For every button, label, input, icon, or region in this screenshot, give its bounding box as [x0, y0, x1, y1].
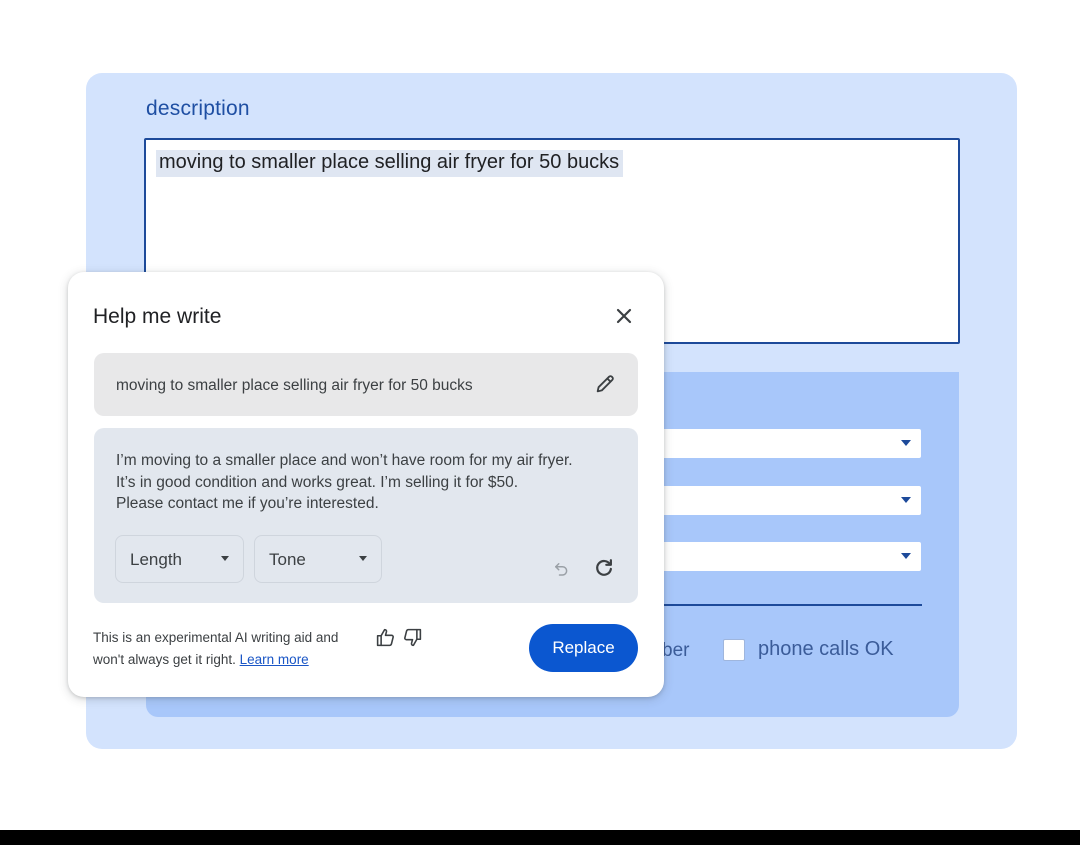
- replace-button[interactable]: Replace: [529, 624, 638, 672]
- learn-more-link[interactable]: Learn more: [240, 652, 309, 667]
- phone-calls-checkbox[interactable]: [723, 639, 745, 661]
- thumbs-down-button[interactable]: [400, 625, 424, 649]
- close-button[interactable]: [610, 302, 638, 330]
- thumbs-down-icon: [403, 628, 421, 646]
- disclaimer-line-2-text: won't always get it right.: [93, 652, 236, 667]
- length-dropdown[interactable]: Length: [115, 535, 244, 583]
- edit-prompt-button[interactable]: [592, 371, 618, 397]
- caret-down-icon: [221, 556, 229, 561]
- thumbs-up-button[interactable]: [373, 625, 397, 649]
- tone-label: Tone: [269, 550, 306, 569]
- refresh-icon: [596, 559, 612, 576]
- regenerate-button[interactable]: [590, 554, 618, 582]
- thumbs-up-icon: [376, 628, 394, 646]
- description-selected-text: moving to smaller place selling air frye…: [156, 150, 624, 177]
- generated-line: Please contact me if you’re interested.: [116, 495, 379, 512]
- pencil-icon: [596, 375, 614, 393]
- disclaimer-text: This is an experimental AI writing aid a…: [93, 627, 338, 671]
- prompt-box: moving to smaller place selling air frye…: [94, 353, 638, 416]
- dialog-title: Help me write: [93, 305, 222, 328]
- undo-button[interactable]: [548, 556, 574, 582]
- caret-down-icon: [901, 497, 911, 503]
- caret-down-icon: [359, 556, 367, 561]
- generated-line: I’m moving to a smaller place and won’t …: [116, 452, 573, 469]
- prompt-text: moving to smaller place selling air frye…: [116, 377, 473, 394]
- description-label: description: [146, 97, 250, 120]
- disclaimer-line-2: won't always get it right. Learn more: [93, 649, 338, 671]
- generated-text: I’m moving to a smaller place and won’t …: [116, 450, 621, 515]
- caret-down-icon: [901, 440, 911, 446]
- caret-down-icon: [901, 553, 911, 559]
- disclaimer-line-1: This is an experimental AI writing aid a…: [93, 630, 339, 645]
- length-label: Length: [130, 550, 182, 569]
- contact-option-label: ber: [662, 640, 690, 661]
- tone-dropdown[interactable]: Tone: [254, 535, 382, 583]
- generated-line: It’s in good condition and works great. …: [116, 473, 519, 491]
- close-icon: [616, 308, 632, 324]
- generated-result-box: I’m moving to a smaller place and won’t …: [94, 428, 638, 603]
- bottom-black-bar: [0, 830, 1080, 845]
- undo-icon: [555, 563, 568, 576]
- help-me-write-dialog: Help me write moving to smaller place se…: [68, 272, 664, 697]
- phone-calls-label: phone calls OK: [758, 638, 894, 660]
